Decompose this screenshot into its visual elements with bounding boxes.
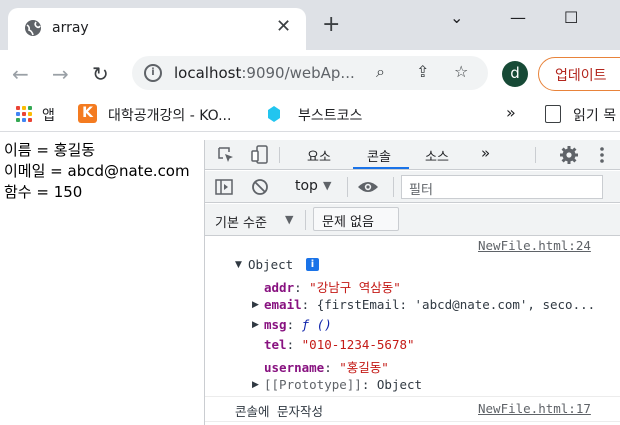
minimize-button[interactable]: —	[510, 8, 526, 27]
reading-list-icon[interactable]	[545, 105, 561, 123]
devtools-tabbar: 요소 콘솔 소스 »	[205, 140, 620, 170]
inspect-icon[interactable]	[217, 146, 235, 164]
apps-icon[interactable]	[16, 106, 32, 122]
address-bar[interactable]: i localhost:9090/webAp... ⌕ ⇪ ☆	[132, 56, 488, 90]
profile-avatar[interactable]: d	[502, 61, 528, 87]
tab-strip: array ✕ + ⌄ — ☐	[0, 0, 620, 50]
new-tab-button[interactable]: +	[322, 12, 340, 37]
tab-close-icon[interactable]: ✕	[276, 16, 291, 37]
more-tabs-button[interactable]: »	[481, 144, 490, 162]
page-content: 이름 = 홍길동 이메일 = abcd@nate.com 함수 = 150	[0, 140, 204, 425]
object-prop-prototype[interactable]: [[Prototype]]: Object	[264, 377, 422, 392]
sidebar-toggle-icon[interactable]	[215, 178, 233, 196]
apps-label[interactable]: 앱	[42, 105, 55, 125]
tab-search-icon[interactable]: ⌄	[450, 8, 463, 27]
output-line-function: 함수 = 150	[4, 183, 83, 201]
bookmarks-bar: 앱 K 대학공개강의 - KO... 부스트코스 » 읽기 목	[0, 96, 620, 132]
search-icon[interactable]: ⌕	[376, 62, 385, 82]
share-icon[interactable]: ⇪	[416, 62, 429, 81]
tab-elements[interactable]: 요소	[307, 146, 331, 165]
output-line-name: 이름 = 홍길동	[4, 141, 96, 159]
object-label[interactable]: Object	[248, 257, 293, 272]
toolbar-divider	[393, 177, 394, 197]
expand-triangle-icon[interactable]: ▶	[252, 380, 259, 390]
tab-array[interactable]: array ✕	[8, 8, 306, 50]
collapse-triangle-icon[interactable]: ▼	[235, 260, 242, 270]
reading-list-label[interactable]: 읽기 목	[573, 105, 616, 125]
globe-icon	[25, 20, 41, 36]
site-info-icon[interactable]: i	[144, 64, 162, 82]
console-level-bar: 기본 수준 ▼ 문제 없음	[205, 204, 620, 236]
more-options-icon[interactable]	[597, 145, 607, 165]
toolbar-divider	[305, 210, 306, 230]
log-levels-chevron-icon[interactable]: ▼	[285, 213, 293, 226]
maximize-button[interactable]: ☐	[564, 8, 578, 27]
reload-button[interactable]: ↻	[92, 62, 109, 86]
bookmarks-overflow-button[interactable]: »	[506, 103, 516, 122]
expand-triangle-icon[interactable]: ▶	[252, 320, 259, 330]
url-text: localhost:9090/webAp...	[174, 64, 355, 82]
devtools-panel: 요소 콘솔 소스 » top ▼ 필터 기본 수준 ▼ 문제 없음 NewFil…	[204, 140, 620, 425]
console-toolbar: top ▼ 필터	[205, 171, 620, 203]
forward-button[interactable]: →	[52, 62, 69, 86]
expand-triangle-icon[interactable]: ▶	[252, 300, 259, 310]
back-button[interactable]: ←	[12, 62, 29, 86]
tab-divider	[535, 147, 536, 163]
tab-title: array	[52, 20, 89, 36]
source-link[interactable]: NewFile.html:24	[478, 238, 591, 253]
bookmark-boostcourse[interactable]: 부스트코스	[298, 105, 362, 125]
issues-button[interactable]: 문제 없음	[313, 207, 399, 231]
bookmark-star-icon[interactable]: ☆	[454, 62, 468, 81]
object-prop-msg[interactable]: msg: ƒ ()	[264, 317, 332, 332]
source-link[interactable]: NewFile.html:17	[478, 401, 591, 416]
live-expression-eye-icon[interactable]	[357, 179, 379, 195]
info-icon[interactable]: i	[306, 258, 319, 271]
update-button[interactable]: 업데이트	[538, 57, 620, 91]
tab-sources[interactable]: 소스	[425, 146, 449, 165]
console-message-object: NewFile.html:24 ▼ Object i addr: "강남구 역삼…	[205, 237, 620, 397]
object-prop-username: username: "홍길동"	[264, 360, 389, 375]
boostcourse-icon	[268, 106, 280, 122]
log-levels-dropdown[interactable]: 기본 수준	[215, 212, 267, 231]
output-line-email: 이메일 = abcd@nate.com	[4, 162, 190, 180]
object-prop-email[interactable]: email: {firstEmail: 'abcd@nate.com', sec…	[264, 297, 595, 312]
console-message: 콘솔에 문자작성	[235, 404, 324, 419]
clear-console-icon[interactable]	[251, 178, 269, 196]
filter-input[interactable]: 필터	[401, 175, 603, 199]
tab-console[interactable]: 콘솔	[367, 146, 391, 165]
device-toolbar-icon[interactable]	[251, 145, 271, 165]
object-prop-tel: tel: "010-1234-5678"	[264, 337, 415, 352]
toolbar-divider	[347, 177, 348, 197]
object-prop-addr: addr: "강남구 역삼동"	[264, 280, 401, 295]
active-tab-indicator	[353, 167, 409, 169]
kocw-icon: K	[78, 104, 97, 123]
tab-divider	[279, 147, 280, 163]
browser-toolbar: ← → ↻ i localhost:9090/webAp... ⌕ ⇪ ☆ d …	[0, 50, 620, 96]
context-selector[interactable]: top	[295, 178, 318, 194]
bookmark-kocw[interactable]: 대학공개강의 - KO...	[108, 105, 231, 125]
console-message-text: 콘솔에 문자작성 NewFile.html:17	[205, 398, 620, 422]
settings-gear-icon[interactable]	[559, 145, 579, 165]
context-dropdown-icon[interactable]: ▼	[323, 179, 331, 192]
